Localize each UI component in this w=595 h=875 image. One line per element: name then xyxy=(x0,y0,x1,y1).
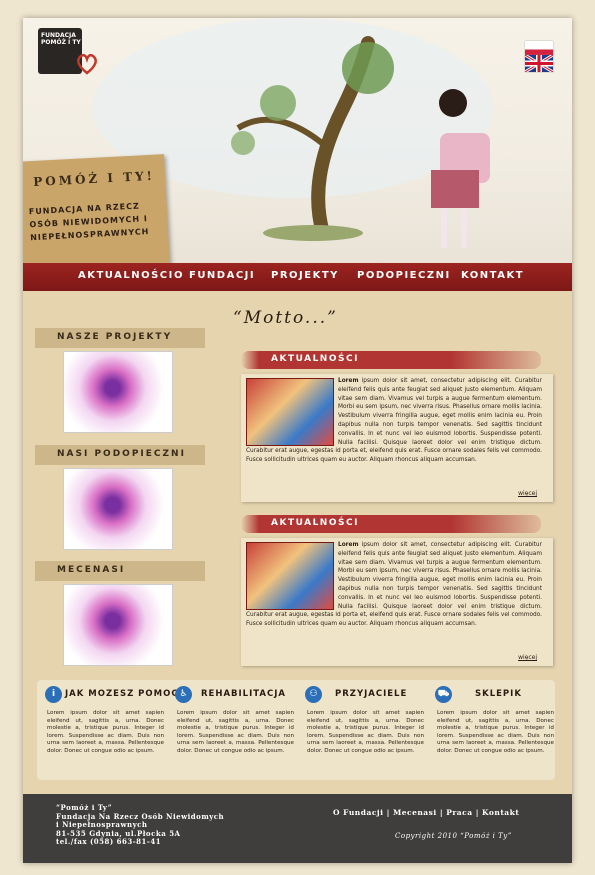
read-more-link[interactable]: więcej xyxy=(518,490,537,497)
news-text: Lorem ipsum dolor sit amet, consectetur … xyxy=(246,542,542,628)
footer-link-fundacja[interactable]: O Fundacji xyxy=(333,808,383,817)
hero-title: POMÓŻ I TY! xyxy=(32,168,156,190)
people-icon: ⚇ xyxy=(305,686,322,703)
footer-link-praca[interactable]: Praca xyxy=(446,808,472,817)
box-friends[interactable]: ⚇ PRZYJACIELE Lorem ipsum dolor sit amet… xyxy=(299,680,424,780)
page: FUNDACJA POMÓŻ I TY POMÓŻ I TY! FUNDACJA… xyxy=(23,18,572,863)
uk-flag-icon[interactable] xyxy=(525,55,553,72)
motto-heading: “Motto...” xyxy=(233,308,338,328)
sidebar-heading-patrons: MECENASI xyxy=(35,561,205,581)
heart-logo-icon xyxy=(77,53,97,75)
nav-podopieczni[interactable]: PODOPIECZNI xyxy=(357,270,451,281)
patron-thumbnail[interactable] xyxy=(63,584,173,666)
footer-links: O Fundacji | Mecenasi | Praca | Kontakt xyxy=(333,808,520,817)
news-item: Lorem ipsum dolor sit amet, consectetur … xyxy=(241,538,553,666)
box-rehabilitation[interactable]: ♿ REHABILITACJA Lorem ipsum dolor sit am… xyxy=(169,680,294,780)
sidebar-heading-wards: NASI PODOPIECZNI xyxy=(35,445,205,465)
cart-icon: ⛟ xyxy=(435,686,452,703)
footer: “Pomóż i Ty” Fundacja Na Rzecz Osób Niew… xyxy=(23,794,572,863)
news-text: Lorem ipsum dolor sit amet, consectetur … xyxy=(246,378,542,464)
nav-aktualnosci[interactable]: AKTUALNOŚCI xyxy=(78,270,174,281)
footer-link-mecenasi[interactable]: Mecenasi xyxy=(393,808,437,817)
footer-address: “Pomóż i Ty” Fundacja Na Rzecz Osób Niew… xyxy=(56,803,225,846)
info-boxes: i JAK MOZESZ POMOC Lorem ipsum dolor sit… xyxy=(37,680,555,780)
info-icon: i xyxy=(45,686,62,703)
nav-kontakt[interactable]: KONTAKT xyxy=(461,270,524,281)
read-more-link[interactable]: więcej xyxy=(518,654,537,661)
sidebar-heading-projects: NASZE PROJEKTY xyxy=(35,328,205,348)
copyright: Copyright 2010 “Pomóż i Ty” xyxy=(395,832,512,840)
nav-projekty[interactable]: PROJEKTY xyxy=(271,270,339,281)
footer-link-kontakt[interactable]: Kontakt xyxy=(482,808,519,817)
main-nav: AKTUALNOŚCI O FUNDACJI PROJEKTY PODOPIEC… xyxy=(23,263,572,291)
box-how-to-help[interactable]: i JAK MOZESZ POMOC Lorem ipsum dolor sit… xyxy=(39,680,178,780)
ward-thumbnail[interactable] xyxy=(63,468,173,550)
hero-subtitle: FUNDACJA NA RZECZ OSÓB NIEWIDOMYCH I NIE… xyxy=(28,201,150,243)
news-banner: AKTUALNOŚCI xyxy=(241,515,541,533)
wheelchair-icon: ♿ xyxy=(175,686,192,703)
news-banner: AKTUALNOŚCI xyxy=(241,351,541,369)
motto-paper: POMÓŻ I TY! FUNDACJA NA RZECZ OSÓB NIEWI… xyxy=(23,154,170,272)
box-shop[interactable]: ⛟ SKLEPIK Lorem ipsum dolor sit amet sap… xyxy=(429,680,554,780)
nav-o-fundacji[interactable]: O FUNDACJI xyxy=(174,270,255,281)
logo-text: FUNDACJA POMÓŻ I TY xyxy=(41,32,81,46)
header-hero: FUNDACJA POMÓŻ I TY POMÓŻ I TY! FUNDACJA… xyxy=(23,18,572,272)
news-item: Lorem ipsum dolor sit amet, consectetur … xyxy=(241,374,553,502)
project-thumbnail[interactable] xyxy=(63,351,173,433)
logo[interactable]: FUNDACJA POMÓŻ I TY xyxy=(38,28,98,78)
